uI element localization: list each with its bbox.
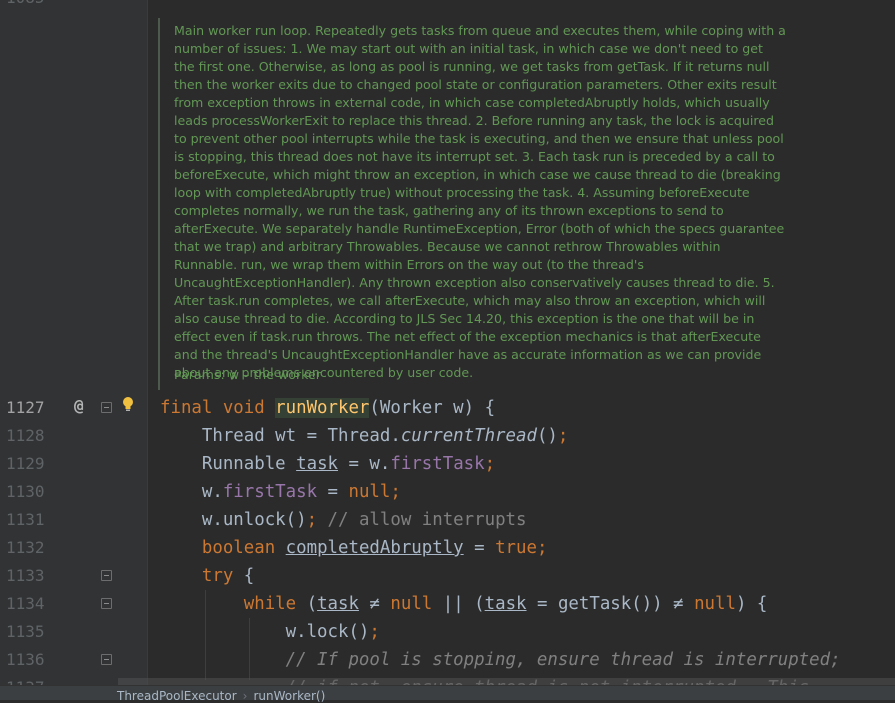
- fold-marker-try[interactable]: [101, 570, 112, 581]
- fold-marker-comment[interactable]: [101, 654, 112, 665]
- line-number-partial: 1085: [6, 0, 45, 7]
- line-number: 1133: [6, 566, 45, 585]
- code-token: w.lock(): [160, 622, 370, 642]
- code-line[interactable]: Thread wt = Thread.currentThread();: [160, 422, 895, 450]
- indent-guide: [249, 618, 250, 680]
- chevron-right-icon: ›: [242, 689, 248, 703]
- code-token: ;: [557, 426, 569, 446]
- code-token: {: [243, 566, 255, 586]
- code-token: firstTask: [390, 454, 485, 474]
- code-token: ;: [306, 510, 328, 530]
- code-line[interactable]: boolean completedAbruptly = true;: [160, 534, 895, 562]
- code-token: =: [463, 538, 496, 558]
- code-token: = w.: [338, 454, 391, 474]
- code-token: (: [306, 594, 318, 614]
- code-token: firstTask: [222, 482, 318, 502]
- code-token: (Worker w) {: [369, 398, 496, 418]
- code-line[interactable]: w.unlock(); // allow interrupts: [160, 506, 895, 534]
- code-token: try: [201, 566, 244, 586]
- code-token: true;: [495, 538, 548, 558]
- code-token: null;: [348, 482, 401, 502]
- breadcrumb-bar: ThreadPoolExecutor › runWorker(): [0, 685, 895, 703]
- code-line[interactable]: while (task ≠ null || (task = getTask())…: [160, 590, 895, 618]
- code-token: = getTask()) ≠: [526, 594, 695, 614]
- line-number: 1132: [6, 538, 45, 557]
- code-token: runWorker: [275, 398, 370, 418]
- code-token: // If pool is stopping, ensure thread is…: [285, 650, 841, 670]
- code-token: =: [317, 482, 349, 502]
- code-token: ;: [484, 454, 496, 474]
- code-line[interactable]: final void runWorker(Worker w) {: [160, 394, 895, 422]
- code-token: currentThread: [400, 426, 537, 446]
- code-token: // allow interrupts: [327, 510, 527, 530]
- lightbulb-icon[interactable]: [122, 396, 134, 414]
- override-annotation-icon[interactable]: @: [74, 396, 84, 415]
- line-number: 1135: [6, 622, 45, 641]
- code-token: completedAbruptly: [285, 538, 464, 558]
- code-token: task: [317, 594, 359, 614]
- line-number: 1131: [6, 510, 45, 529]
- breadcrumb: ThreadPoolExecutor › runWorker(): [117, 689, 325, 703]
- line-number: 1128: [6, 426, 45, 445]
- code-token: task: [296, 454, 339, 474]
- code-token: while: [243, 594, 307, 614]
- breadcrumb-class[interactable]: ThreadPoolExecutor: [117, 689, 237, 703]
- fold-marker-while[interactable]: [101, 598, 112, 609]
- breadcrumb-method[interactable]: runWorker(): [253, 689, 325, 703]
- code-line[interactable]: w.firstTask = null;: [160, 478, 895, 506]
- code-token: ≠: [358, 594, 391, 614]
- code-line[interactable]: w.lock();: [160, 618, 895, 646]
- line-number: 1136: [6, 650, 45, 669]
- code-token: || (: [442, 594, 485, 614]
- javadoc-description: Main worker run loop. Repeatedly gets ta…: [174, 23, 786, 380]
- code-token: boolean: [201, 538, 286, 558]
- line-number: 1134: [6, 594, 45, 613]
- javadoc-rendered-block[interactable]: Main worker run loop. Repeatedly gets ta…: [158, 18, 895, 390]
- line-number: 1130: [6, 482, 45, 501]
- line-number: 1127: [6, 398, 45, 417]
- code-token: null: [390, 594, 443, 614]
- code-line[interactable]: Runnable task = w.firstTask;: [160, 450, 895, 478]
- code-token: task: [484, 594, 527, 614]
- javadoc-params: Params: w – the worker: [174, 367, 321, 382]
- line-number: 1129: [6, 454, 45, 473]
- code-token: (): [536, 426, 558, 446]
- indent-guide: [205, 590, 206, 680]
- code-line[interactable]: // If pool is stopping, ensure thread is…: [160, 646, 895, 674]
- code-token: ;: [369, 622, 380, 642]
- code-token: Runnable: [160, 454, 297, 474]
- code-token: w.: [160, 482, 223, 502]
- code-line[interactable]: try {: [160, 562, 895, 590]
- code-token: final void: [160, 398, 276, 418]
- code-token: ) {: [735, 594, 768, 614]
- gutter-divider: [147, 0, 148, 700]
- code-token: null: [694, 594, 736, 614]
- code-token: Thread wt = Thread.: [160, 426, 401, 446]
- fold-marker-method[interactable]: [101, 402, 112, 413]
- code-token: w.unlock(): [160, 510, 307, 530]
